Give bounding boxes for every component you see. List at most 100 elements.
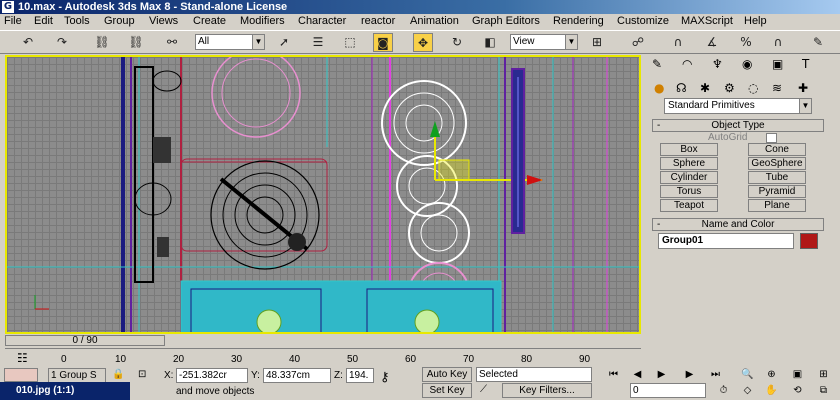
select-and-rotate-icon[interactable]: ↻ — [447, 33, 467, 52]
menu-graph-editors[interactable]: Graph Editors — [472, 15, 540, 27]
taskbar-window[interactable]: 010.jpg (1:1) — [0, 382, 130, 400]
sphere-button[interactable]: Sphere — [660, 157, 718, 170]
redo-icon[interactable]: ↷ — [52, 33, 72, 52]
helpers-icon[interactable]: ◌ — [748, 81, 758, 95]
menu-modifiers[interactable]: Modifiers — [240, 15, 285, 27]
category-dropdown[interactable]: Standard Primitives ▼ — [664, 98, 812, 114]
time-slider[interactable]: 0 / 90 — [5, 334, 641, 347]
play-icon[interactable]: ▶ — [654, 367, 669, 382]
go-to-start-icon[interactable]: ⏮ — [606, 367, 621, 382]
space-warps-icon[interactable]: ≋ — [772, 81, 782, 95]
rectangular-selection-icon[interactable]: ⬚ — [340, 33, 360, 52]
key-filters-button[interactable]: Key Filters... — [502, 383, 592, 398]
shapes-icon[interactable]: ☊ — [676, 81, 687, 95]
menu-help[interactable]: Help — [744, 15, 767, 27]
maximize-viewport-icon[interactable]: ⧉ — [816, 383, 831, 398]
menu-maxscript[interactable]: MAXScript — [681, 15, 733, 27]
motion-tab-icon[interactable]: ◉ — [742, 57, 752, 71]
menu-reactor[interactable]: reactor — [361, 15, 395, 27]
manipulate-icon[interactable]: ☍ — [628, 33, 648, 52]
lights-icon[interactable]: ✱ — [700, 81, 710, 95]
select-and-move-icon[interactable]: ✥ — [413, 33, 433, 52]
pivot-center-icon[interactable]: ⊞ — [587, 33, 607, 52]
menu-file[interactable]: File — [4, 15, 22, 27]
current-frame-input[interactable]: 0 — [630, 383, 706, 398]
selection-filter-dropdown[interactable]: All ▼ — [195, 34, 265, 50]
default-tangent-icon[interactable]: ⟋ — [480, 384, 487, 395]
cylinder-button[interactable]: Cylinder — [660, 171, 718, 184]
curve-editor-icon[interactable]: ☷ — [17, 351, 28, 365]
reference-coord-dropdown[interactable]: View ▼ — [510, 34, 578, 50]
object-type-rollout[interactable]: - Object Type — [652, 119, 824, 132]
zoom-all-icon[interactable]: ⊕ — [764, 367, 779, 382]
select-by-name-icon[interactable]: ☰ — [308, 33, 328, 52]
torus-button[interactable]: Torus — [660, 185, 718, 198]
pyramid-button[interactable]: Pyramid — [748, 185, 806, 198]
auto-key-button[interactable]: Auto Key — [422, 367, 472, 382]
modify-tab-icon[interactable]: ◠ — [682, 57, 692, 71]
hierarchy-tab-icon[interactable]: ♆ — [712, 57, 723, 71]
geosphere-button[interactable]: GeoSphere — [748, 157, 806, 170]
time-slider-thumb[interactable]: 0 / 90 — [5, 335, 165, 346]
zoom-icon[interactable]: 🔍 — [740, 367, 755, 382]
absolute-mode-icon[interactable]: ⊡ — [138, 369, 146, 380]
menu-group[interactable]: Group — [104, 15, 135, 27]
object-color-swatch[interactable] — [800, 233, 818, 249]
menu-animation[interactable]: Animation — [410, 15, 459, 27]
set-key-button[interactable]: Set Key — [422, 383, 472, 398]
name-and-color-rollout[interactable]: - Name and Color — [652, 218, 824, 231]
select-object-icon[interactable]: ➚ — [274, 33, 294, 52]
field-of-view-icon[interactable]: ◇ — [740, 383, 755, 398]
window-crossing-icon[interactable]: ◙ — [373, 33, 393, 52]
menu-tools[interactable]: Tools — [64, 15, 90, 27]
x-coordinate-input[interactable]: -251.382cr — [176, 368, 248, 383]
select-link-icon[interactable]: ⛓ — [92, 33, 112, 52]
time-configuration-icon[interactable]: ⏱ — [716, 383, 731, 398]
autogrid-checkbox[interactable]: AutoGrid — [708, 132, 777, 143]
unlink-icon[interactable]: ⛓ — [126, 33, 146, 52]
snap-toggle-icon[interactable]: ∩ — [668, 33, 688, 52]
checkbox[interactable] — [766, 133, 777, 143]
zoom-extents-all-icon[interactable]: ⊞ — [816, 367, 831, 382]
key-icon[interactable]: ⚷ — [380, 370, 390, 385]
create-tab-icon[interactable]: ✎ — [652, 57, 662, 71]
spinner-snap-icon[interactable]: ∩ — [768, 33, 788, 52]
teapot-button[interactable]: Teapot — [660, 199, 718, 212]
menu-views[interactable]: Views — [149, 15, 178, 27]
display-tab-icon[interactable]: ▣ — [772, 57, 783, 71]
track-bar[interactable]: ☷ 0 10 20 30 40 50 60 70 80 90 — [5, 348, 641, 366]
geometry-icon[interactable]: ● — [654, 81, 664, 95]
systems-icon[interactable]: ✚ — [798, 81, 808, 95]
select-and-scale-icon[interactable]: ◧ — [480, 33, 500, 52]
y-coordinate-input[interactable]: 48.337cm — [263, 368, 331, 383]
menu-rendering[interactable]: Rendering — [553, 15, 604, 27]
next-frame-icon[interactable]: ▶ — [682, 367, 697, 382]
percent-snap-icon[interactable]: % — [736, 33, 756, 52]
menu-character[interactable]: Character — [298, 15, 346, 27]
zoom-extents-icon[interactable]: ▣ — [790, 367, 805, 382]
key-mode-dropdown[interactable]: Selected — [476, 367, 592, 382]
named-selection-icon[interactable]: ✎ — [808, 33, 828, 52]
pan-icon[interactable]: ✋ — [764, 383, 779, 398]
bind-space-warp-icon[interactable]: ⚯ — [162, 33, 182, 52]
z-coordinate-input[interactable]: 194. — [346, 368, 374, 383]
menu-edit[interactable]: Edit — [34, 15, 53, 27]
undo-icon[interactable]: ↶ — [18, 33, 38, 52]
plane-button[interactable]: Plane — [748, 199, 806, 212]
object-name-input[interactable]: Group01 — [658, 233, 794, 249]
menu-create[interactable]: Create — [193, 15, 226, 27]
cameras-icon[interactable]: ⚙ — [724, 81, 735, 95]
tube-button[interactable]: Tube — [748, 171, 806, 184]
previous-frame-icon[interactable]: ◀ — [630, 367, 645, 382]
maxscript-listener[interactable] — [4, 368, 38, 382]
utilities-tab-icon[interactable]: T — [802, 57, 809, 71]
cone-button[interactable]: Cone — [748, 143, 806, 156]
arc-rotate-icon[interactable]: ⟲ — [790, 383, 805, 398]
viewport-top[interactable] — [5, 55, 641, 334]
lock-icon[interactable]: 🔒 — [112, 369, 124, 380]
angle-snap-icon[interactable]: ∡ — [702, 33, 722, 52]
viewport-scene — [7, 57, 639, 332]
go-to-end-icon[interactable]: ⏭ — [708, 367, 723, 382]
box-button[interactable]: Box — [660, 143, 718, 156]
menu-customize[interactable]: Customize — [617, 15, 669, 27]
